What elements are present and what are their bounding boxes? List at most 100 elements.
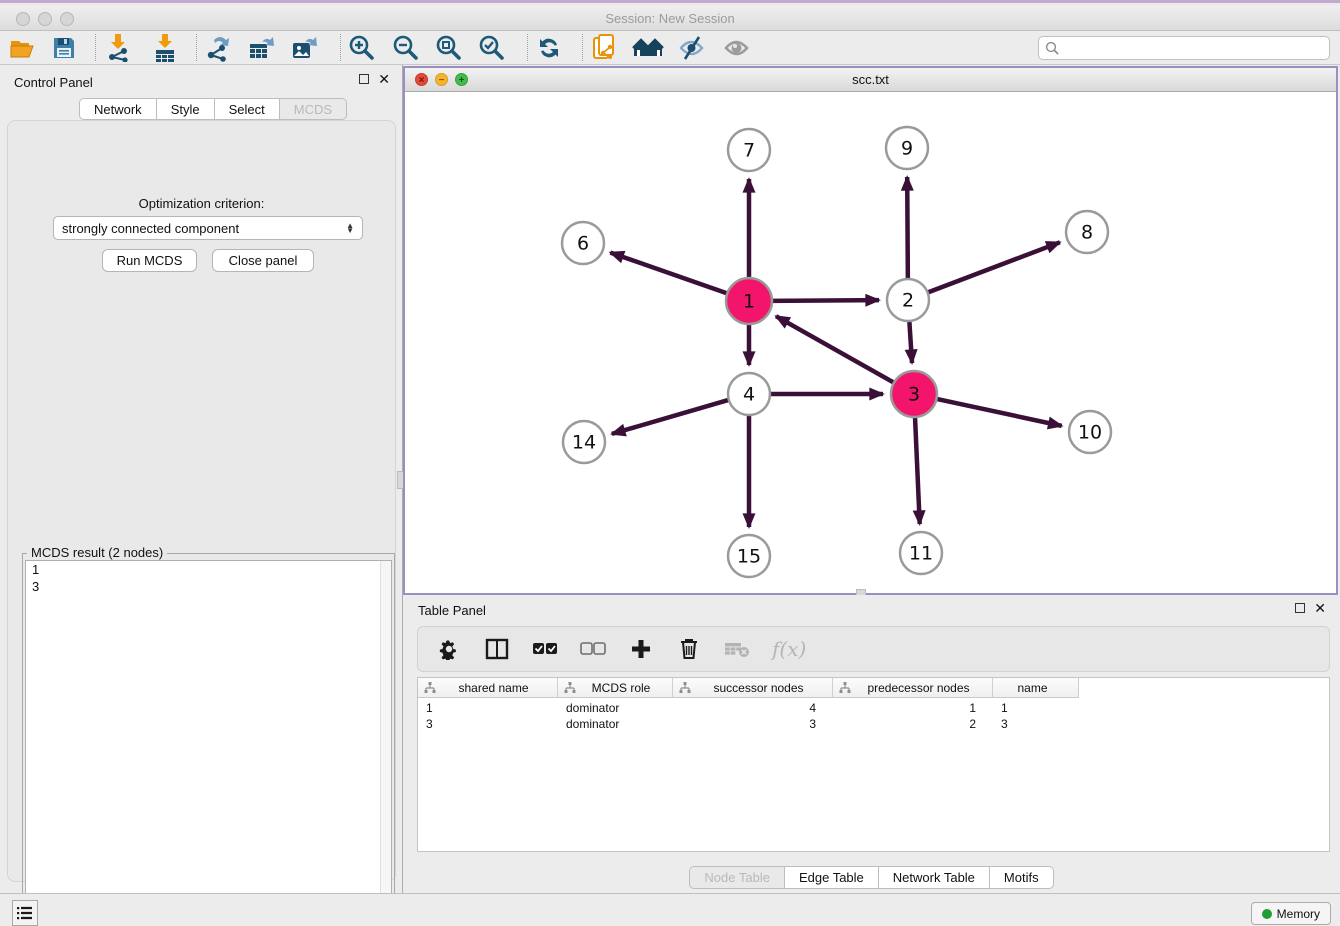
control-panel-tabs: Network Style Select MCDS	[79, 98, 347, 120]
tab-select[interactable]: Select	[215, 98, 280, 120]
table-row[interactable]: 3 dominator 3 2 3	[418, 716, 1079, 732]
memory-button[interactable]: Memory	[1251, 902, 1331, 925]
network-canvas[interactable]: 7968124314101511	[405, 92, 1336, 593]
table-header-row: shared name MCDS role successor nodes pr…	[418, 678, 1079, 698]
graph-edge-2-3[interactable]	[909, 320, 912, 363]
selected-criterion: strongly connected component	[62, 221, 346, 236]
graph-node-label: 2	[902, 290, 914, 312]
graph-node-label: 9	[901, 138, 913, 160]
toggle-column-view-icon[interactable]	[484, 636, 510, 662]
toolbar-separator	[196, 34, 197, 61]
graph-node-label: 11	[909, 543, 933, 565]
show-all-networks-icon[interactable]	[632, 33, 664, 63]
graph-edge-4-14[interactable]	[612, 400, 730, 434]
table-tabs: Node Table Edge Table Network Table Moti…	[403, 866, 1340, 889]
cell-name: 1	[993, 700, 1079, 716]
delete-table-icon[interactable]	[724, 636, 750, 662]
column-header[interactable]: predecessor nodes	[833, 678, 993, 698]
deselect-all-rows-icon[interactable]	[580, 636, 606, 662]
tab-mcds[interactable]: MCDS	[280, 98, 347, 120]
search-input[interactable]	[1060, 41, 1329, 55]
network-graph[interactable]: 7968124314101511	[405, 92, 1336, 593]
graph-edge-2-8[interactable]	[927, 242, 1060, 293]
zoom-fit-icon[interactable]	[433, 33, 465, 63]
column-type-icon	[839, 682, 851, 693]
graph-edge-2-9[interactable]	[907, 177, 908, 280]
optimization-criterion-select[interactable]: strongly connected component ▲▼	[53, 216, 363, 240]
optimization-criterion-label: Optimization criterion:	[8, 196, 395, 211]
graph-edge-3-1[interactable]	[776, 316, 895, 383]
settings-gear-icon[interactable]	[436, 636, 462, 662]
zoom-out-icon[interactable]	[390, 33, 422, 63]
tab-node-table[interactable]: Node Table	[689, 866, 785, 889]
export-table-icon[interactable]	[246, 33, 278, 63]
cell-mcds-role: dominator	[558, 700, 673, 716]
window-titlebar: Session: New Session	[0, 6, 1340, 31]
close-panel-button[interactable]: Close panel	[212, 249, 314, 272]
column-header[interactable]: shared name	[418, 678, 558, 698]
show-selected-icon[interactable]	[721, 33, 753, 63]
add-column-icon[interactable]	[628, 636, 654, 662]
node-table[interactable]: shared name MCDS role successor nodes pr…	[417, 677, 1330, 852]
column-header[interactable]: MCDS role	[558, 678, 673, 698]
graph-edge-1-6[interactable]	[610, 253, 728, 294]
column-type-icon	[564, 682, 576, 693]
close-table-panel-icon[interactable]: ✕	[1314, 603, 1326, 613]
float-table-panel-icon[interactable]	[1295, 603, 1305, 613]
delete-columns-icon[interactable]	[676, 636, 702, 662]
zoom-in-icon[interactable]	[346, 33, 378, 63]
list-icon	[17, 906, 33, 920]
graph-node-label: 1	[743, 291, 755, 313]
result-node: 1	[26, 561, 391, 578]
graph-edge-3-10[interactable]	[936, 399, 1062, 426]
clone-network-icon[interactable]	[589, 33, 621, 63]
function-builder-icon[interactable]: f(x)	[772, 637, 806, 661]
cell-name: 3	[993, 716, 1079, 732]
export-image-icon[interactable]	[289, 33, 321, 63]
mcds-result-title: MCDS result (2 nodes)	[27, 545, 167, 560]
cell-mcds-role: dominator	[558, 716, 673, 732]
search-icon	[1045, 41, 1060, 56]
tab-edge-table[interactable]: Edge Table	[785, 866, 879, 889]
toolbar-separator	[527, 34, 528, 61]
refresh-view-icon[interactable]	[533, 33, 565, 63]
graph-node-label: 7	[743, 140, 755, 162]
table-row[interactable]: 1 dominator 4 1 1	[418, 700, 1079, 716]
result-node: 3	[26, 578, 391, 595]
graph-edge-3-11[interactable]	[915, 416, 920, 524]
graph-node-label: 15	[737, 546, 761, 568]
chevron-up-down-icon: ▲▼	[346, 223, 354, 233]
table-toolbar: f(x)	[417, 626, 1330, 672]
open-file-icon[interactable]	[6, 33, 38, 63]
tab-style[interactable]: Style	[157, 98, 215, 120]
toolbar-separator	[340, 34, 341, 61]
import-network-icon[interactable]	[102, 33, 134, 63]
tab-motifs[interactable]: Motifs	[990, 866, 1054, 889]
toolbar-separator	[95, 34, 96, 61]
search-box[interactable]	[1038, 36, 1330, 60]
zoom-selected-icon[interactable]	[476, 33, 508, 63]
tab-network[interactable]: Network	[79, 98, 157, 120]
graph-edge-1-2[interactable]	[771, 300, 879, 301]
control-panel: Control Panel ✕ Network Style Select MCD…	[0, 65, 403, 893]
graph-node-label: 4	[743, 384, 755, 406]
column-header[interactable]: name	[993, 678, 1079, 698]
task-history-button[interactable]	[12, 900, 38, 926]
export-network-icon[interactable]	[202, 33, 234, 63]
import-table-icon[interactable]	[149, 33, 181, 63]
column-header[interactable]: successor nodes	[673, 678, 833, 698]
float-panel-icon[interactable]	[359, 74, 369, 84]
cell-predecessor-nodes: 2	[833, 716, 993, 732]
mcds-result-list[interactable]: 1 3	[25, 560, 392, 926]
status-bar: Memory	[0, 893, 1340, 926]
table-panel-title: Table Panel	[418, 603, 486, 618]
select-all-rows-icon[interactable]	[532, 636, 558, 662]
column-type-icon	[424, 682, 436, 693]
graph-node-label: 10	[1078, 422, 1102, 444]
result-scrollbar[interactable]	[380, 561, 391, 926]
tab-network-table[interactable]: Network Table	[879, 866, 990, 889]
close-panel-icon[interactable]: ✕	[378, 74, 390, 84]
save-session-icon[interactable]	[48, 33, 80, 63]
run-mcds-button[interactable]: Run MCDS	[102, 249, 197, 272]
hide-selected-icon[interactable]	[676, 33, 708, 63]
